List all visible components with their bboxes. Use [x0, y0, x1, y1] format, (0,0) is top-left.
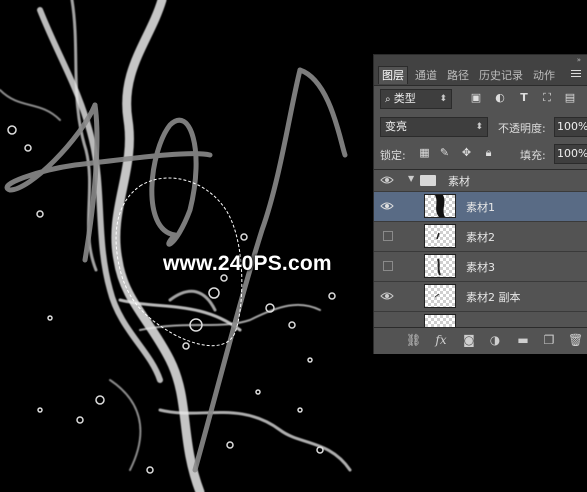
panel-tabs: 图层 通道 路径 历史记录 动作 — [374, 65, 587, 86]
delete-icon[interactable]: 🗑︎ — [568, 333, 583, 347]
layers-list: ▼ 素材 素材1 素材2 素材3 素材2 副本 — [374, 169, 587, 330]
fill-label: 填充: — [520, 149, 546, 162]
link-icon[interactable]: ⛓ — [406, 333, 421, 347]
chevron-down-icon: ⬍ — [439, 94, 447, 104]
smartobject-filter-icon[interactable]: ▤ — [564, 92, 576, 104]
visibility-toggle[interactable] — [383, 261, 393, 271]
layer-thumbnail — [424, 254, 456, 278]
eye-icon[interactable] — [380, 175, 394, 185]
lock-transparent-icon[interactable]: ▦ — [418, 146, 431, 159]
opacity-label: 不透明度: — [498, 122, 546, 135]
tab-paths[interactable]: 路径 — [444, 67, 472, 84]
tab-actions[interactable]: 动作 — [530, 67, 558, 84]
layer-thumbnail-art — [437, 258, 441, 276]
visibility-toggle[interactable] — [383, 231, 393, 241]
lock-all-icon[interactable]: 🔒︎ — [482, 146, 495, 159]
search-icon: ⌕ — [385, 94, 394, 105]
layers-panel: » 图层 通道 路径 历史记录 动作 ⌕ 类型 ⬍ ▣ ◐ T ⛶ ▤ 变亮 ⬍… — [373, 54, 587, 354]
fx-icon[interactable]: fx — [434, 333, 448, 347]
lock-label: 锁定: — [380, 149, 406, 162]
lock-image-icon[interactable]: ✎ — [438, 146, 451, 159]
layer-name: 素材1 — [466, 201, 495, 214]
new-layer-icon[interactable]: ❐ — [542, 333, 556, 347]
type-filter-icon[interactable]: T — [518, 92, 530, 104]
eye-icon[interactable] — [380, 201, 394, 211]
mask-icon[interactable]: ◙ — [462, 333, 476, 347]
layer-thumbnail-art — [436, 232, 440, 240]
blend-mode-select[interactable]: 变亮 ⬍ — [380, 117, 488, 137]
filter-kind-select[interactable]: ⌕ 类型 ⬍ — [380, 89, 452, 109]
panel-menu-icon[interactable] — [571, 68, 583, 80]
collapse-icon[interactable]: » — [577, 56, 581, 64]
eye-icon[interactable] — [380, 291, 394, 301]
lock-position-icon[interactable]: ✥ — [460, 146, 473, 159]
layer-thumbnail-art — [434, 293, 440, 298]
tab-channels[interactable]: 通道 — [412, 67, 440, 84]
layer-name: 素材2 副本 — [466, 291, 521, 304]
shape-filter-icon[interactable]: ⛶ — [541, 92, 553, 104]
layer-thumbnail — [424, 284, 456, 308]
layer-row[interactable]: 素材2 副本 — [374, 282, 587, 312]
layer-name: 素材2 — [466, 231, 495, 244]
layer-group[interactable]: ▼ 素材 — [374, 170, 587, 192]
watermark-text: www.240PS.com — [163, 252, 332, 275]
disclosure-triangle-icon[interactable]: ▼ — [408, 174, 414, 183]
group-name: 素材 — [448, 175, 470, 188]
chevron-down-icon: ⬍ — [475, 122, 483, 132]
layer-row[interactable]: 素材3 — [374, 252, 587, 282]
panel-title-bar[interactable]: » — [374, 55, 587, 65]
new-group-icon[interactable]: ▬ — [516, 333, 530, 347]
image-filter-icon[interactable]: ▣ — [470, 92, 482, 104]
panel-footer: ⛓ fx ◙ ◑ ▬ ❐ 🗑︎ — [374, 327, 587, 354]
layer-thumbnail — [424, 224, 456, 248]
fill-input[interactable]: 100% — [554, 144, 587, 164]
layer-row[interactable]: 素材1 — [374, 192, 587, 222]
layer-name: 素材3 — [466, 261, 495, 274]
tab-layers[interactable]: 图层 — [378, 66, 408, 84]
tab-history[interactable]: 历史记录 — [476, 67, 526, 84]
adjustment-layer-icon[interactable]: ◑ — [488, 333, 502, 347]
layer-thumbnail-art — [435, 195, 445, 217]
layer-row[interactable]: 素材2 — [374, 222, 587, 252]
adjustment-filter-icon[interactable]: ◐ — [494, 92, 506, 104]
layer-thumbnail — [424, 194, 456, 218]
folder-icon — [420, 175, 436, 186]
opacity-input[interactable]: 100% — [554, 117, 587, 137]
